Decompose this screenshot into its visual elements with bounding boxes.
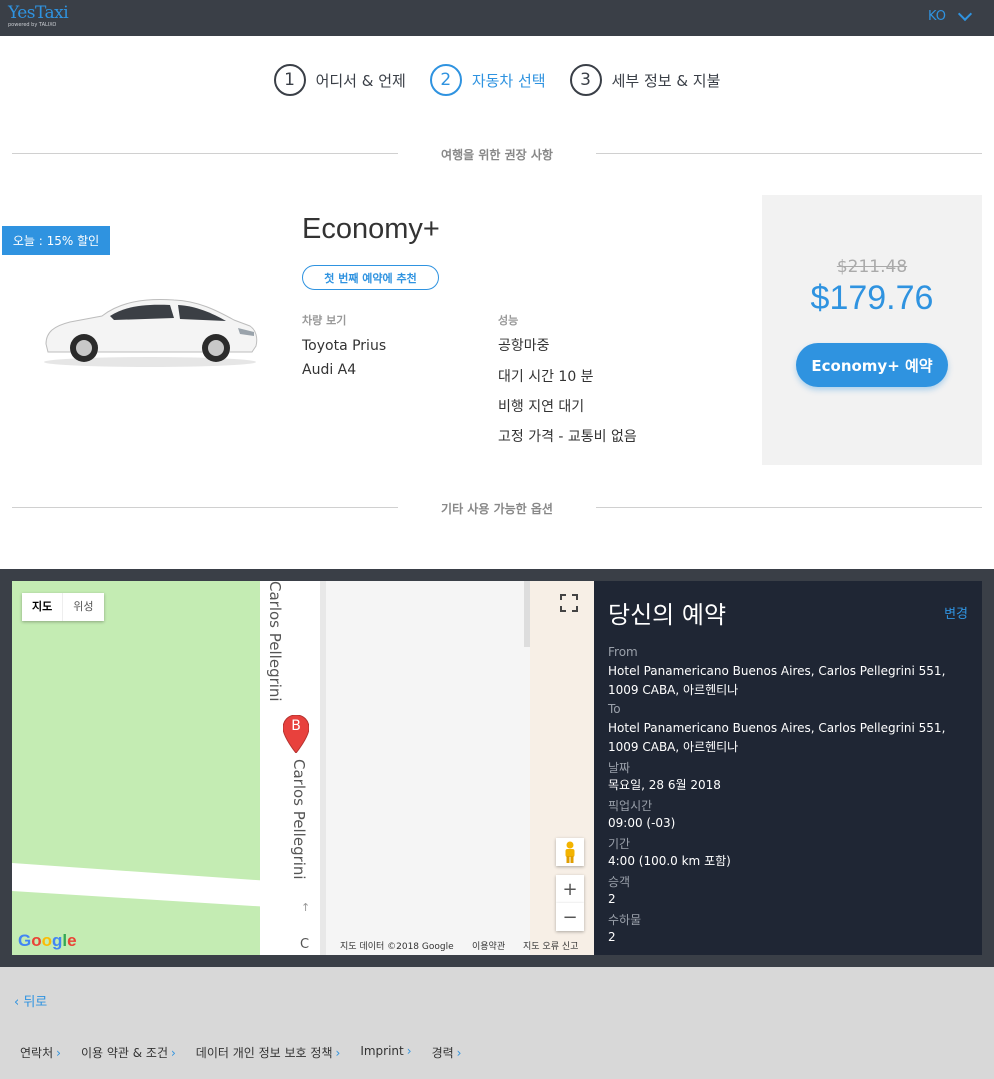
chevron-right-icon: › [335, 1046, 341, 1060]
passengers-value: 2 [608, 892, 616, 906]
footer-links: 연락처 › 이용 약관 & 조건 › 데이터 개인 정보 보호 정책 › Imprin… [20, 1044, 461, 1061]
map-type-control: 지도 위성 [22, 593, 104, 621]
section-title: 여행을 위한 권장 사항 [441, 148, 553, 162]
step-details[interactable]: 3 세부 정보 & 지불 [569, 64, 721, 96]
top-bar: YesTaxi powered by TALIXO KO [0, 0, 994, 36]
to-label: To [608, 702, 621, 716]
footer: ‹ 뒤로 연락처 › 이용 약관 & 조건 › 데이터 개인 정보 보호 정책 › I… [0, 967, 994, 1079]
language-selector[interactable]: KO [927, 6, 973, 24]
pickup-label: 픽업시간 [608, 799, 653, 813]
back-link[interactable]: ‹ 뒤로 [14, 991, 47, 1010]
step-label: 자동차 선택 [471, 71, 546, 90]
footer-link-privacy[interactable]: 데이터 개인 정보 보호 정책 › [196, 1044, 341, 1061]
vehicle-item: Toyota Prius [302, 338, 387, 354]
recommend-badge: 첫 번째 예약에 추천 [302, 265, 439, 290]
duration-label: 기간 [608, 837, 631, 851]
map-report-link[interactable]: 지도 오류 신고 [523, 939, 578, 952]
step-location[interactable]: 1 어디서 & 언제 [273, 64, 406, 96]
vehicle-class-title: Economy+ [302, 213, 440, 245]
footer-link-terms[interactable]: 이용 약관 & 조건 › [81, 1044, 176, 1061]
footer-link-label: 연락처 [20, 1046, 54, 1060]
step-label: 세부 정보 & 지불 [611, 71, 721, 90]
street-label: Carlos Pellegrini [266, 581, 284, 702]
step-number: 2 [429, 64, 462, 96]
fullscreen-button[interactable] [555, 589, 583, 617]
pickup-value: 09:00 (-03) [608, 816, 676, 830]
vehicles-heading: 차량 보기 [302, 314, 347, 327]
chevron-left-icon: ‹ [14, 995, 20, 1010]
map-terms-link[interactable]: 이용약관 [472, 939, 505, 952]
feature-item: 비행 지연 대기 [498, 399, 585, 415]
chevron-right-icon: › [456, 1046, 462, 1060]
feature-item: 대기 시간 10 분 [498, 369, 594, 385]
discount-badge: 오늘 : 15% 할인 [2, 226, 110, 255]
luggage-label: 수하물 [608, 913, 642, 927]
price-box: $211.48 $179.76 Economy+ 예약 [762, 195, 982, 465]
zoom-in-button[interactable]: + [556, 875, 584, 903]
pegman-icon [565, 841, 575, 863]
book-button[interactable]: Economy+ 예약 [796, 343, 948, 387]
chevron-right-icon: › [406, 1044, 412, 1058]
section-divider-recommended: 여행을 위한 권장 사항 [12, 143, 982, 163]
divider-line [596, 507, 982, 508]
section-divider-other: 기타 사용 가능한 옵션 [12, 497, 982, 517]
zoom-out-button[interactable]: − [556, 903, 584, 931]
feature-item: 공항마중 [498, 338, 550, 354]
booking-steps: 1 어디서 & 언제 2 자동차 선택 3 세부 정보 & 지불 [0, 64, 994, 96]
map-type-satellite[interactable]: 위성 [62, 593, 103, 621]
footer-link-label: 경력 [431, 1046, 454, 1060]
step-vehicle[interactable]: 2 자동차 선택 [429, 64, 546, 96]
map-type-map[interactable]: 지도 [22, 593, 62, 621]
car-image [44, 299, 258, 367]
date-value: 목요일, 28 6월 2018 [608, 778, 721, 792]
logo-subtitle: powered by TALIXO [8, 22, 57, 28]
edit-link[interactable]: 변경 [944, 603, 968, 622]
price: $179.76 [810, 279, 934, 317]
footer-link-label: 데이터 개인 정보 보호 정책 [195, 1046, 333, 1060]
summary-title: 당신의 예약 [608, 601, 727, 629]
feature-item: 고정 가격 - 교통비 없음 [498, 429, 637, 445]
footer-link-label: 이용 약관 & 조건 [80, 1046, 168, 1060]
footer-link-label: Imprint [360, 1044, 404, 1058]
step-number: 1 [273, 64, 306, 96]
booking-summary: 당신의 예약 변경 From Hotel Panamericano Buenos… [594, 581, 982, 955]
from-label: From [608, 645, 638, 659]
footer-link-careers[interactable]: 경력 › [432, 1044, 462, 1061]
footer-link-imprint[interactable]: Imprint › [360, 1044, 411, 1061]
old-price: $211.48 [836, 257, 908, 277]
footer-link-contact[interactable]: 연락처 › [20, 1044, 61, 1061]
duration-value: 4:00 (100.0 km 포함) [608, 854, 731, 868]
map[interactable]: Carlos Pellegrini Carlos Pellegrini C ↑ … [12, 581, 594, 955]
booking-band: Carlos Pellegrini Carlos Pellegrini C ↑ … [0, 569, 994, 967]
back-label: 뒤로 [23, 995, 48, 1010]
section-title[interactable]: 기타 사용 가능한 옵션 [12, 500, 982, 517]
from-value: Hotel Panamericano Buenos Aires, Carlos … [608, 664, 946, 697]
logo[interactable]: YesTaxi powered by TALIXO [8, 3, 69, 29]
features-heading: 성능 [498, 314, 519, 327]
chevron-right-icon: › [56, 1046, 61, 1060]
street-arrow-icon: ↑ [301, 901, 311, 914]
street-view-button[interactable] [556, 838, 584, 866]
logo-brand: YesTaxi [8, 3, 69, 23]
chevron-right-icon: › [170, 1046, 176, 1060]
street-label: Carlos Pellegrini [290, 759, 308, 880]
date-label: 날짜 [608, 761, 631, 775]
passengers-label: 승객 [608, 875, 631, 889]
street-label: C [300, 937, 310, 952]
map-marker-label: B [291, 718, 301, 734]
step-number: 3 [569, 64, 602, 96]
chevron-down-icon [957, 6, 973, 22]
to-value: Hotel Panamericano Buenos Aires, Carlos … [608, 721, 946, 754]
fullscreen-icon [560, 594, 578, 612]
vehicle-item: Audi A4 [302, 362, 357, 378]
map-data-credit: 지도 데이터 ©2018 Google [340, 942, 454, 952]
google-logo: Google [18, 931, 77, 950]
luggage-value: 2 [608, 930, 616, 944]
step-label: 어디서 & 언제 [315, 71, 406, 90]
language-code: KO [927, 9, 946, 24]
divider-line [596, 153, 982, 154]
